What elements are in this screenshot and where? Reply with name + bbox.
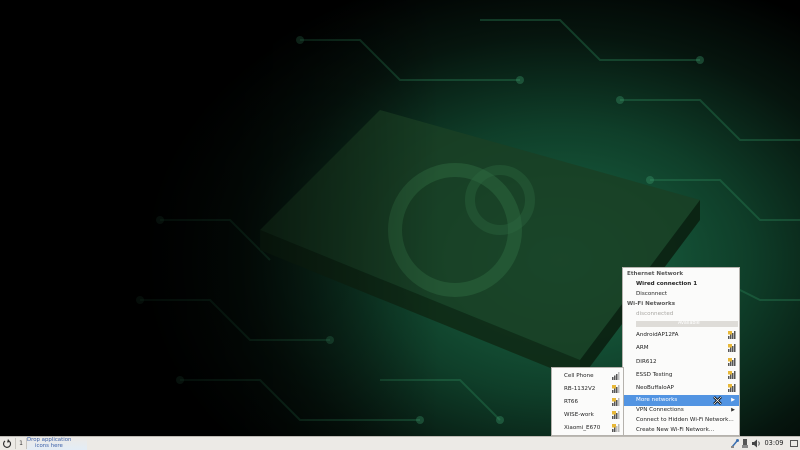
create-new-label: Create New Wi-Fi Network... <box>636 427 715 433</box>
network-ssid: AndroidAP12FA <box>636 332 679 338</box>
available-separator: Available <box>636 321 738 327</box>
volume-icon[interactable] <box>751 438 761 449</box>
wifi-network-item[interactable]: RB-1132V2 <box>552 383 623 396</box>
wifi-network-item[interactable]: ESSD Testing <box>623 369 739 381</box>
wifi-signal-icon <box>612 372 620 380</box>
network-ssid: DIR612 <box>636 359 657 365</box>
network-ssid: ESSD Testing <box>636 372 673 378</box>
available-label: Available <box>676 321 702 327</box>
network-ssid: NeoBuffaloAP <box>636 385 674 391</box>
wifi-signal-lock-icon <box>728 384 736 392</box>
network-ssid: Xiaomi_E670 <box>564 425 601 431</box>
wifi-network-item[interactable]: WISE-work <box>552 409 623 422</box>
wifi-network-item[interactable]: Cell Phone <box>552 370 623 383</box>
wifi-network-item[interactable]: RT66 <box>552 396 623 409</box>
menu-icon[interactable] <box>2 438 13 449</box>
network-ssid: RB-1132V2 <box>564 386 596 392</box>
network-icon[interactable] <box>730 438 740 449</box>
wifi-signal-lock-icon <box>612 385 620 393</box>
wifi-signal-lock-icon <box>728 358 736 366</box>
show-desktop-icon[interactable] <box>789 438 799 449</box>
wifi-signal-lock-icon <box>612 411 620 419</box>
create-new-wifi-item[interactable]: Create New Wi-Fi Network... <box>623 425 739 436</box>
wifi-status-label: disconnected <box>636 311 674 317</box>
wifi-network-item[interactable]: Xiaomi_E670 <box>552 422 623 435</box>
wifi-signal-lock-icon <box>612 398 620 406</box>
network-ssid: Cell Phone <box>564 373 594 379</box>
launcher-drop-area: Drop application icons here <box>27 437 87 450</box>
network-ssid: WISE-work <box>564 412 594 418</box>
wifi-network-item[interactable]: ARM <box>623 342 739 354</box>
wifi-signal-lock-icon <box>728 371 736 379</box>
more-networks-submenu: Cell Phone RB-1132V2 RT66 WISE-work Xiao… <box>551 367 624 436</box>
drop-hint-line2: icons here <box>35 443 63 450</box>
wifi-signal-lock-icon <box>612 424 620 432</box>
wifi-network-item[interactable]: AndroidAP12FA <box>623 329 739 341</box>
network-menu: Ethernet Network Wired connection 1 Disc… <box>622 267 740 436</box>
network-ssid: ARM <box>636 345 649 351</box>
wifi-network-item[interactable]: NeoBuffaloAP <box>623 382 739 394</box>
usb-device-icon[interactable] <box>740 438 750 449</box>
mouse-cursor-icon <box>713 396 722 405</box>
taskbar: 1 Drop application icons here 03:09 <box>0 436 800 450</box>
desktop-switcher[interactable]: 1 <box>15 438 27 449</box>
clock[interactable]: 03:09 <box>762 437 786 450</box>
wifi-status: disconnected <box>623 308 739 320</box>
wifi-network-item[interactable]: DIR612 <box>623 356 739 368</box>
network-ssid: RT66 <box>564 399 579 405</box>
wifi-signal-lock-icon <box>728 344 736 352</box>
wifi-signal-lock-icon <box>728 331 736 339</box>
